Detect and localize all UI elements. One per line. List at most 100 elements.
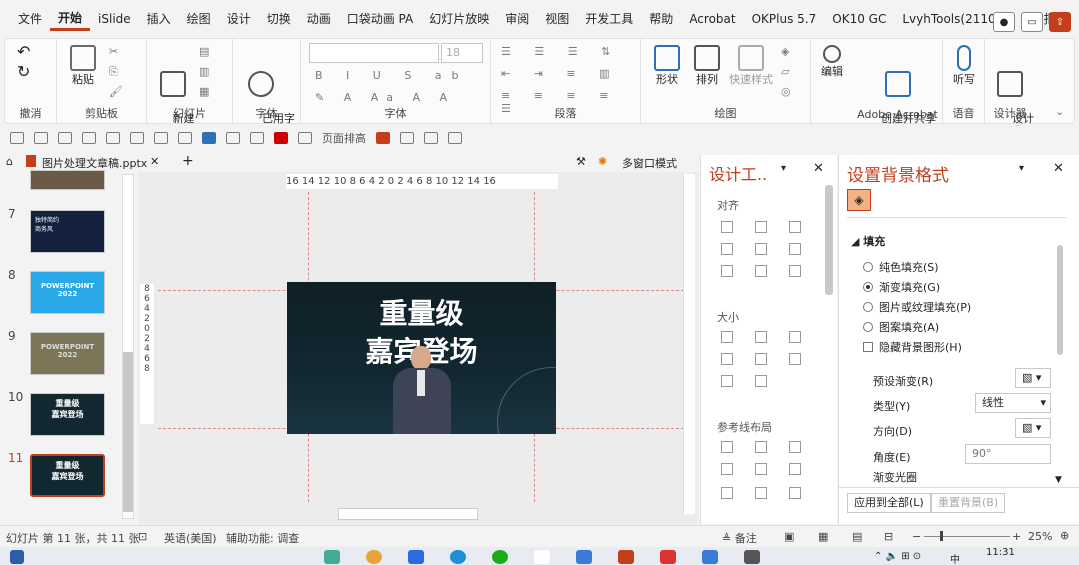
align-right-icon[interactable]	[789, 221, 801, 233]
wechat-icon[interactable]	[492, 550, 508, 564]
fill-bucket-icon[interactable]: ◈	[847, 189, 871, 211]
qt-pen-icon[interactable]	[424, 132, 438, 144]
menu-file[interactable]: 文件	[10, 8, 50, 30]
copy-icon[interactable]: ⎘	[109, 65, 118, 79]
qt-distribute-icon[interactable]	[82, 132, 96, 144]
align-bottom-icon[interactable]	[789, 243, 801, 255]
qt-more-icon[interactable]	[448, 132, 462, 144]
zoom-level[interactable]: 25%	[1028, 530, 1052, 543]
menu-home[interactable]: 开始	[50, 7, 91, 31]
tray-icons[interactable]: ⌃ 🔈 ⊞ ⊙	[874, 551, 921, 562]
reset-icon[interactable]: ▥	[199, 65, 209, 78]
qt-align3-icon[interactable]	[58, 132, 72, 144]
radio-icon[interactable]	[863, 302, 873, 312]
app-icon[interactable]	[534, 550, 550, 564]
guide-grid-icon[interactable]	[789, 487, 801, 499]
menu-okplus[interactable]: OKPlus 5.7	[744, 8, 825, 30]
qt-distribute2-icon[interactable]	[106, 132, 120, 144]
format-scroll-thumb[interactable]	[1057, 245, 1063, 355]
canvas-scrollbar[interactable]	[683, 174, 695, 514]
menu-design[interactable]: 设计	[219, 8, 259, 30]
same-height-icon[interactable]	[755, 331, 767, 343]
app-icon[interactable]	[576, 550, 592, 564]
app-icon[interactable]	[744, 550, 760, 564]
menu-draw[interactable]: 绘图	[179, 8, 219, 30]
stretch-top-icon[interactable]	[721, 375, 733, 387]
new-tab-icon[interactable]: +	[182, 153, 194, 169]
zoom-in-icon[interactable]: +	[1012, 530, 1021, 543]
cut-icon[interactable]: ✂	[109, 45, 118, 58]
format-painter-icon[interactable]: 🖌	[109, 85, 123, 98]
effects-icon[interactable]: ◎	[781, 85, 791, 98]
radio-icon[interactable]	[863, 322, 873, 332]
slideshow-view-icon[interactable]: ⊟	[884, 530, 893, 543]
stretch-left-icon[interactable]	[721, 353, 733, 365]
app-icon[interactable]	[702, 550, 718, 564]
type-dropdown[interactable]: 线性 ▾	[975, 393, 1051, 413]
qt-plugin-icon[interactable]	[376, 132, 390, 144]
angle-input[interactable]: 90°	[965, 444, 1051, 464]
preset-gradient-dropdown[interactable]: ▧ ▾	[1015, 368, 1051, 388]
zoom-slider[interactable]	[924, 536, 1010, 537]
dictate-button[interactable]: 听写	[949, 45, 979, 86]
guide-middle-icon[interactable]	[755, 463, 767, 475]
menu-acrobat[interactable]: Acrobat	[681, 8, 743, 30]
qt-fill-color-icon[interactable]	[202, 132, 216, 144]
collapse-ribbon-icon[interactable]: ⌄	[1055, 105, 1064, 118]
app-icon[interactable]	[324, 550, 340, 564]
qt-rotate-icon[interactable]	[154, 132, 168, 144]
sorter-view-icon[interactable]: ▦	[818, 530, 828, 543]
windows-start-icon[interactable]	[10, 550, 24, 564]
picture-fill-option[interactable]: 图片或纹理填充(P)	[863, 299, 971, 315]
menu-insert[interactable]: 插入	[139, 8, 179, 30]
checkbox-icon[interactable]	[863, 342, 873, 352]
qt-color-icon[interactable]	[274, 132, 288, 144]
menu-developer[interactable]: 开发工具	[577, 8, 641, 30]
powerpoint-icon[interactable]	[618, 550, 634, 564]
slide-11[interactable]: 重量级 嘉宾登场	[287, 282, 556, 434]
menu-islide[interactable]: iSlide	[90, 8, 139, 30]
menu-ok10[interactable]: OK10 GC	[824, 8, 894, 30]
menu-animation[interactable]: 动画	[299, 8, 339, 30]
thumbnail-11[interactable]: 重量级 嘉宾登场	[30, 454, 105, 497]
thumbnail-8[interactable]: POWERPOINT 2022	[30, 271, 105, 314]
close-icon[interactable]: ✕	[1053, 161, 1064, 176]
guide-top-icon[interactable]	[721, 463, 733, 475]
radio-icon[interactable]	[863, 262, 873, 272]
format-pane-menu-icon[interactable]: ▾	[1019, 163, 1024, 174]
record-icon[interactable]: ●	[993, 12, 1015, 32]
guide-h-icon[interactable]	[721, 487, 733, 499]
layout-icon[interactable]: ▤	[199, 45, 209, 58]
same-width-icon[interactable]	[721, 331, 733, 343]
undo-icon[interactable]: ↶	[17, 44, 30, 60]
clock[interactable]: 11:31	[986, 547, 1015, 558]
apply-all-button[interactable]: 应用到全部(L)	[847, 493, 931, 513]
qt-text-icon[interactable]	[250, 132, 264, 144]
distribute-v-icon[interactable]	[755, 265, 767, 277]
guide-bottom-icon[interactable]	[789, 463, 801, 475]
menu-help[interactable]: 帮助	[641, 8, 681, 30]
fill-icon[interactable]: ◈	[781, 45, 789, 58]
fill-section[interactable]: ◢ 填充	[851, 233, 885, 249]
quick-style-button[interactable]: 快速样式	[729, 45, 773, 86]
indent-buttons[interactable]: ⇤ ⇥ ≡ ▥	[501, 67, 620, 80]
thumbnail-9[interactable]: POWERPOINT 2022	[30, 332, 105, 375]
design-pane-menu-icon[interactable]: ▾	[781, 163, 786, 174]
reset-background-button[interactable]: 重置背景(B)	[931, 493, 1006, 513]
same-size-icon[interactable]	[789, 331, 801, 343]
guide-left-icon[interactable]	[721, 441, 733, 453]
menu-slideshow[interactable]: 幻灯片放映	[421, 8, 497, 30]
shapes-button[interactable]: 形状	[649, 45, 685, 86]
reading-view-icon[interactable]: ▤	[852, 530, 862, 543]
scroll-down-icon[interactable]: ▼	[1055, 475, 1062, 485]
zoom-slider-thumb[interactable]	[940, 531, 943, 541]
thumbnail-6[interactable]	[30, 170, 105, 190]
qt-crop-icon[interactable]	[178, 132, 192, 144]
app-icon[interactable]	[408, 550, 424, 564]
guide-right-icon[interactable]	[789, 441, 801, 453]
thumbnail-7[interactable]: 独特简约 商务风	[30, 210, 105, 253]
chrome-icon[interactable]	[366, 550, 382, 564]
multiwin-button[interactable]: 多窗口模式	[622, 155, 677, 171]
qt-rect-icon[interactable]	[400, 132, 414, 144]
qt-group-icon[interactable]	[130, 132, 144, 144]
